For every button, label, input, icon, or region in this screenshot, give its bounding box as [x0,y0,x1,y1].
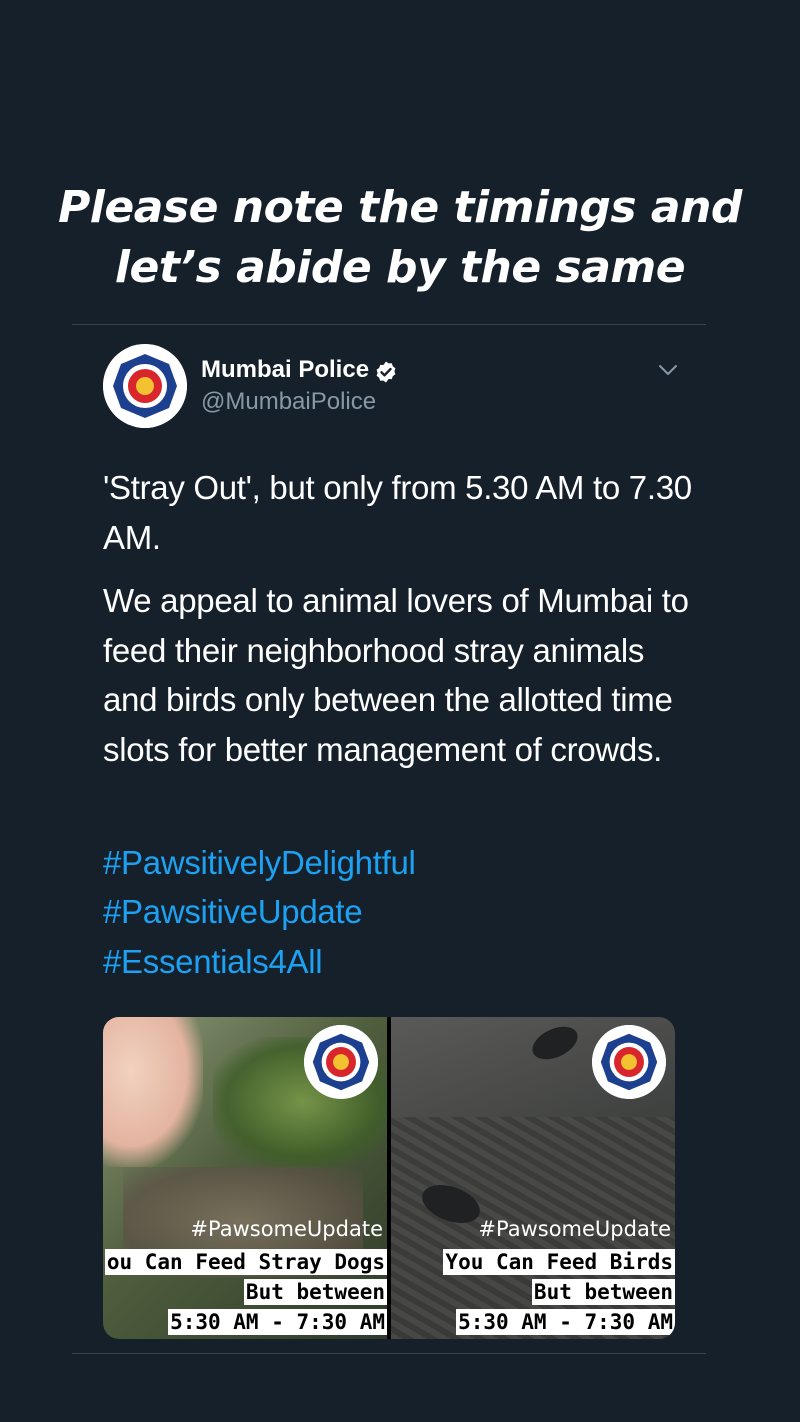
tweet-paragraph-1: 'Stray Out', but only from 5.30 AM to 7.… [103,469,692,556]
mumbai-police-logo [592,1025,666,1099]
media-text-line: You Can Feed Birds [443,1249,675,1275]
mumbai-police-logo [304,1025,378,1099]
verified-badge-icon [376,361,396,383]
media-text-line: But between [531,1279,675,1305]
hashtag-link[interactable]: #PawsitiveUpdate [103,887,363,937]
media-hashtag: #PawsomeUpdate [478,1217,671,1241]
chevron-down-icon[interactable] [656,360,680,380]
caption-line-2: let’s abide by the same [114,242,686,293]
media-image-dogs[interactable]: #PawsomeUpdate ou Can Feed Stray Dogs Bu… [103,1017,387,1339]
avatar[interactable] [103,344,187,428]
tweet-paragraph-2: We appeal to animal lovers of Mumbai to … [103,582,689,768]
media-text-line: ou Can Feed Stray Dogs [104,1249,387,1275]
image-bird [527,1020,583,1066]
caption-line-1: Please note the timings and [58,182,742,233]
story-caption: Please note the timings and let’s abide … [0,178,800,298]
hashtag-link[interactable]: #PawsitivelyDelightful [103,838,416,888]
image-hand [103,1017,203,1167]
author-handle[interactable]: @MumbaiPolice [201,387,376,417]
media-grid: #PawsomeUpdate ou Can Feed Stray Dogs Bu… [103,1017,675,1339]
media-text-line: But between [243,1279,387,1305]
media-text-line: 5:30 AM - 7:30 AM [456,1309,675,1335]
media-text-line: 5:30 AM - 7:30 AM [168,1309,387,1335]
author-name[interactable]: Mumbai Police [201,355,369,385]
media-hashtag: #PawsomeUpdate [190,1217,383,1241]
mumbai-police-logo [103,344,187,428]
divider-bottom [72,1353,706,1354]
media-image-birds[interactable]: #PawsomeUpdate You Can Feed Birds But be… [391,1017,675,1339]
hashtag-link[interactable]: #Essentials4All [103,937,323,987]
divider-top [72,324,706,325]
